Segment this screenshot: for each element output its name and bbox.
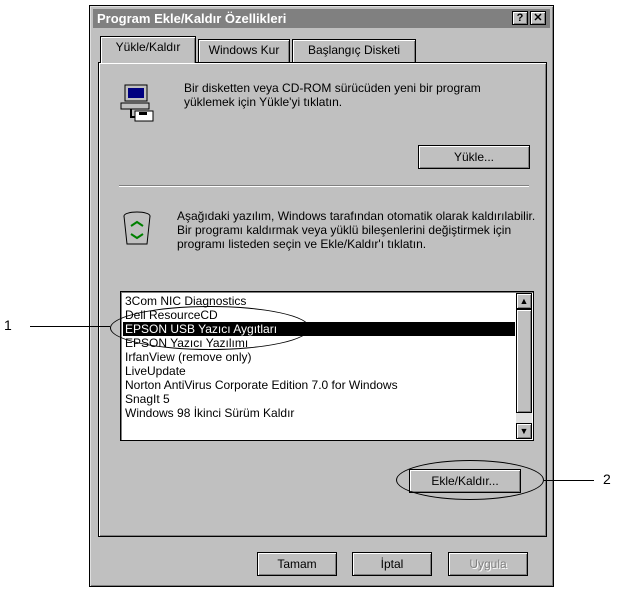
scroll-thumb[interactable] [516,309,532,413]
scroll-up-arrow-icon[interactable]: ▲ [516,293,532,309]
list-item[interactable]: Norton AntiVirus Corporate Edition 7.0 f… [123,378,515,392]
install-button[interactable]: Yükle... [418,145,530,169]
tab-startup-disk[interactable]: Başlangıç Disketi [292,39,416,62]
callout-label-2: 2 [603,471,611,487]
list-item[interactable]: Windows 98 İkinci Sürüm Kaldır [123,406,515,420]
apply-button[interactable]: Uygula [448,552,528,576]
list-item[interactable]: IrfanView (remove only) [123,350,515,364]
remove-instructions: Aşağıdaki yazılım, Windows tarafından ot… [177,209,536,251]
help-button[interactable]: ? [512,11,528,25]
program-add-remove-dialog: Program Ekle/Kaldır Özellikleri ? ✕ Yükl… [89,5,554,587]
callout-label-1: 1 [4,317,12,333]
install-instructions: Bir disketten veya CD-ROM sürücüden yeni… [184,81,481,109]
window-title: Program Ekle/Kaldır Özellikleri [97,11,287,26]
tab-windows-setup[interactable]: Windows Kur [198,39,290,62]
list-scrollbar[interactable]: ▲ ▼ [516,293,532,439]
install-computer-icon [120,84,154,122]
title-bar: Program Ekle/Kaldır Özellikleri ? ✕ [93,9,550,28]
list-item[interactable]: SnagIt 5 [123,392,515,406]
tab-install-remove[interactable]: Yükle/Kaldır [100,36,196,63]
callout-ellipse-1 [110,306,310,350]
callout-line-1 [30,326,110,327]
callout-ellipse-2 [396,460,544,500]
recycle-bin-icon [123,211,151,245]
ok-button[interactable]: Tamam [257,552,337,576]
list-item[interactable]: LiveUpdate [123,364,515,378]
callout-line-2 [544,480,594,481]
cancel-button[interactable]: İptal [352,552,432,576]
close-button[interactable]: ✕ [530,11,546,25]
scroll-down-arrow-icon[interactable]: ▼ [516,423,532,439]
section-divider [119,185,529,187]
